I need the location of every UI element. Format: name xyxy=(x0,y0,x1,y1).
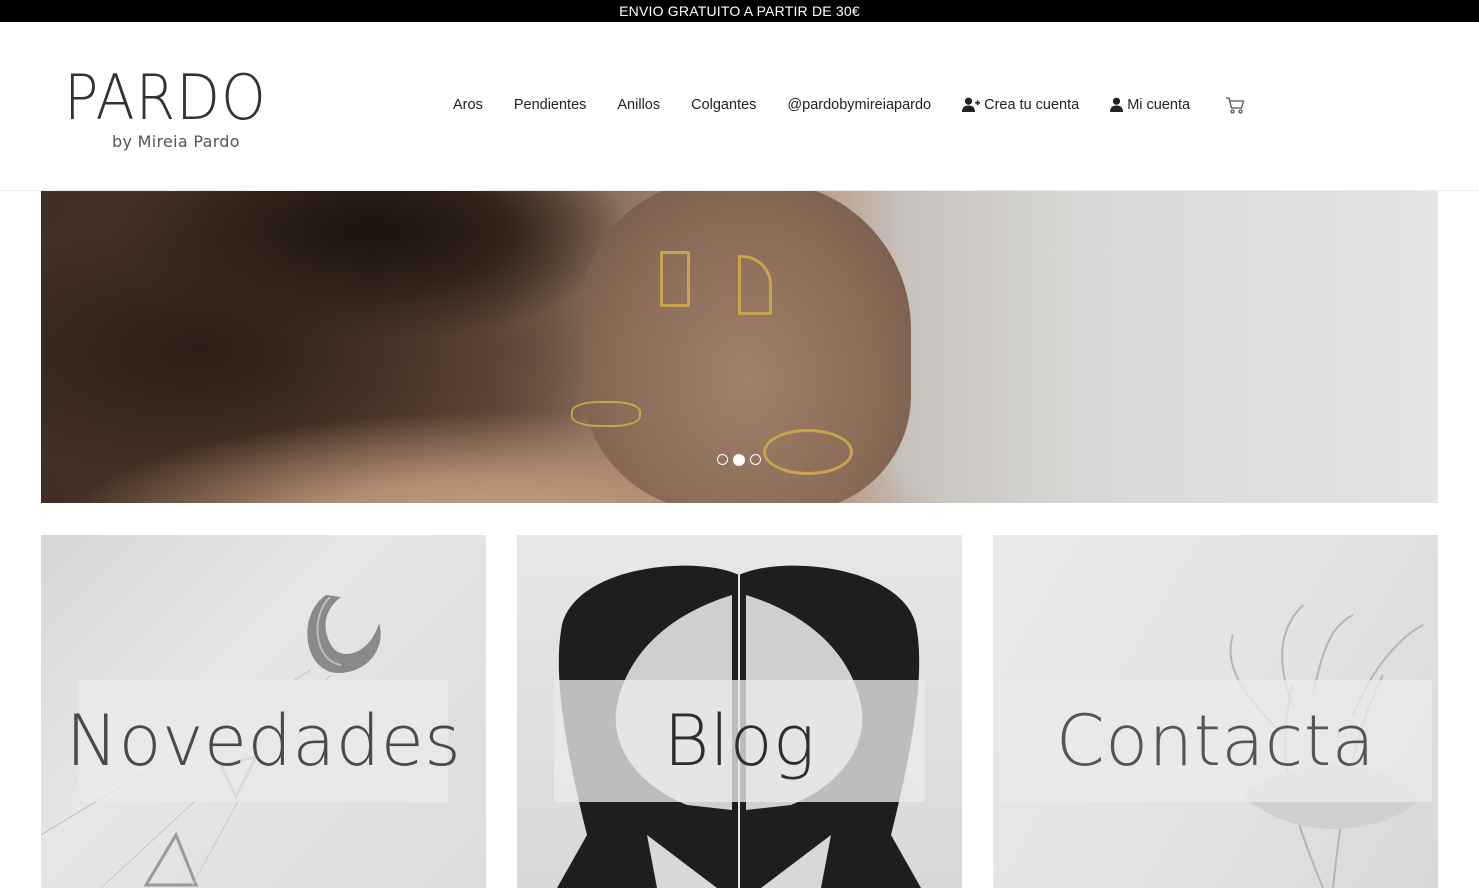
nav-item-create-account[interactable]: Crea tu cuenta xyxy=(962,95,1079,115)
announcement-bar: ENVIO GRATUITO A PARTIR DE 30€ xyxy=(0,0,1479,22)
hero-slider[interactable] xyxy=(41,191,1438,503)
nav-item-instagram[interactable]: @pardobymireiapardo xyxy=(787,95,931,115)
tile-blog-label: Blog xyxy=(663,700,816,782)
nav-item-anillos[interactable]: Anillos xyxy=(617,95,660,115)
ring-icon xyxy=(571,401,641,427)
slider-dot-1[interactable] xyxy=(717,454,728,465)
tile-novedades[interactable]: Novedades xyxy=(41,535,486,888)
user-icon xyxy=(1110,97,1124,113)
nav-item-aros[interactable]: Aros xyxy=(453,95,483,115)
slider-pagination xyxy=(717,454,761,466)
tile-contacta-overlay: Contacta xyxy=(999,680,1432,802)
tile-blog[interactable]: Blog xyxy=(517,535,962,888)
ring-icon xyxy=(660,251,690,307)
tile-contacta[interactable]: Contacta xyxy=(993,535,1438,888)
logo-tagline: by Mireia Pardo xyxy=(112,132,240,151)
nav-item-my-account[interactable]: Mi cuenta xyxy=(1110,95,1190,115)
site-logo[interactable]: PARDO by Mireia Pardo xyxy=(64,66,294,156)
slider-dot-3[interactable] xyxy=(750,454,761,465)
site-header: PARDO by Mireia Pardo Aros Pendientes An… xyxy=(0,22,1479,191)
tile-contacta-label: Contacta xyxy=(1055,700,1376,782)
nav-item-pendientes[interactable]: Pendientes xyxy=(514,95,587,115)
nav-item-colgantes[interactable]: Colgantes xyxy=(691,95,756,115)
slider-dot-2[interactable] xyxy=(733,454,745,466)
tile-novedades-label: Novedades xyxy=(65,700,462,782)
ring-icon xyxy=(763,429,853,475)
tile-blog-overlay: Blog xyxy=(554,680,925,802)
tile-novedades-overlay: Novedades xyxy=(66,680,461,802)
main-nav: Aros Pendientes Anillos Colgantes @pardo… xyxy=(453,94,1245,116)
announcement-text: ENVIO GRATUITO A PARTIR DE 30€ xyxy=(619,3,860,19)
cart-icon[interactable] xyxy=(1225,95,1245,115)
logo-wordmark: PARDO xyxy=(64,61,267,134)
user-plus-icon xyxy=(962,97,981,113)
